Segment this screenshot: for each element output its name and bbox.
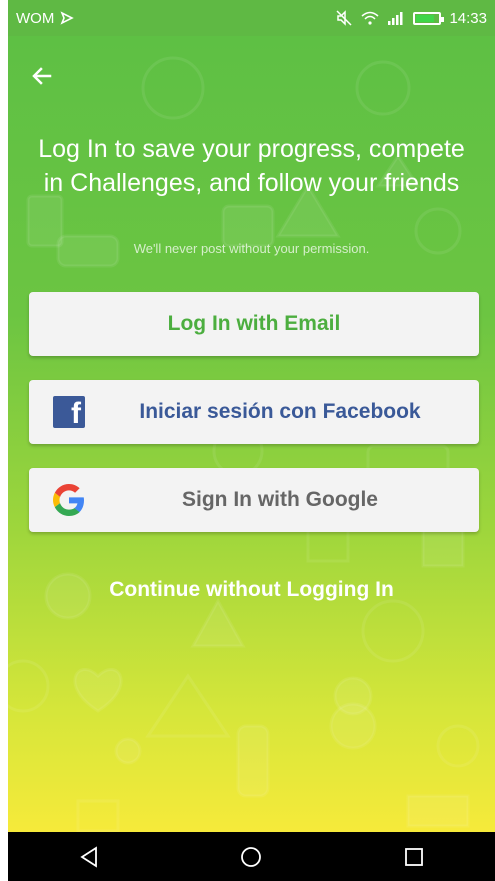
nav-home-button[interactable]	[221, 837, 281, 877]
arrow-left-icon	[32, 67, 52, 85]
wifi-icon	[361, 11, 379, 25]
navigation-bar	[8, 832, 495, 881]
home-circle-icon	[241, 846, 262, 867]
nav-recents-button[interactable]	[384, 837, 444, 877]
headline: Log In to save your progress, compete in…	[38, 135, 465, 197]
battery-icon	[413, 11, 445, 25]
facebook-login-label: Iniciar sesión con Facebook	[139, 400, 421, 423]
google-login-button[interactable]: Sign In with Google	[29, 468, 479, 532]
status-bar: WOM 14:33	[8, 0, 495, 36]
back-button[interactable]	[24, 58, 60, 94]
email-login-button[interactable]: Log In with Email	[29, 292, 479, 356]
login-screen: Log In to save your progress, compete in…	[8, 36, 495, 832]
back-triangle-icon	[80, 845, 98, 868]
status-left: WOM	[16, 9, 75, 27]
email-login-label: Log In with Email	[167, 312, 341, 335]
continue-without-login-link[interactable]: Continue without Logging In	[8, 578, 495, 602]
signal-icon	[388, 12, 403, 25]
status-right: 14:33	[335, 10, 487, 27]
google-icon	[53, 484, 84, 516]
clock: 14:33	[449, 9, 487, 27]
carrier-label: WOM	[16, 9, 55, 27]
permission-note: We'll never post without your permission…	[133, 241, 370, 256]
nav-back-button[interactable]	[59, 837, 119, 877]
phone-screen: WOM 14:33 Log In to save your progress, …	[8, 0, 495, 881]
recents-square-icon	[404, 847, 423, 866]
facebook-icon: f	[53, 396, 85, 428]
send-icon	[60, 11, 75, 25]
facebook-login-button[interactable]: f Iniciar sesión con Facebook	[29, 380, 479, 444]
google-login-label: Sign In with Google	[182, 488, 378, 511]
muted-icon	[336, 10, 352, 26]
